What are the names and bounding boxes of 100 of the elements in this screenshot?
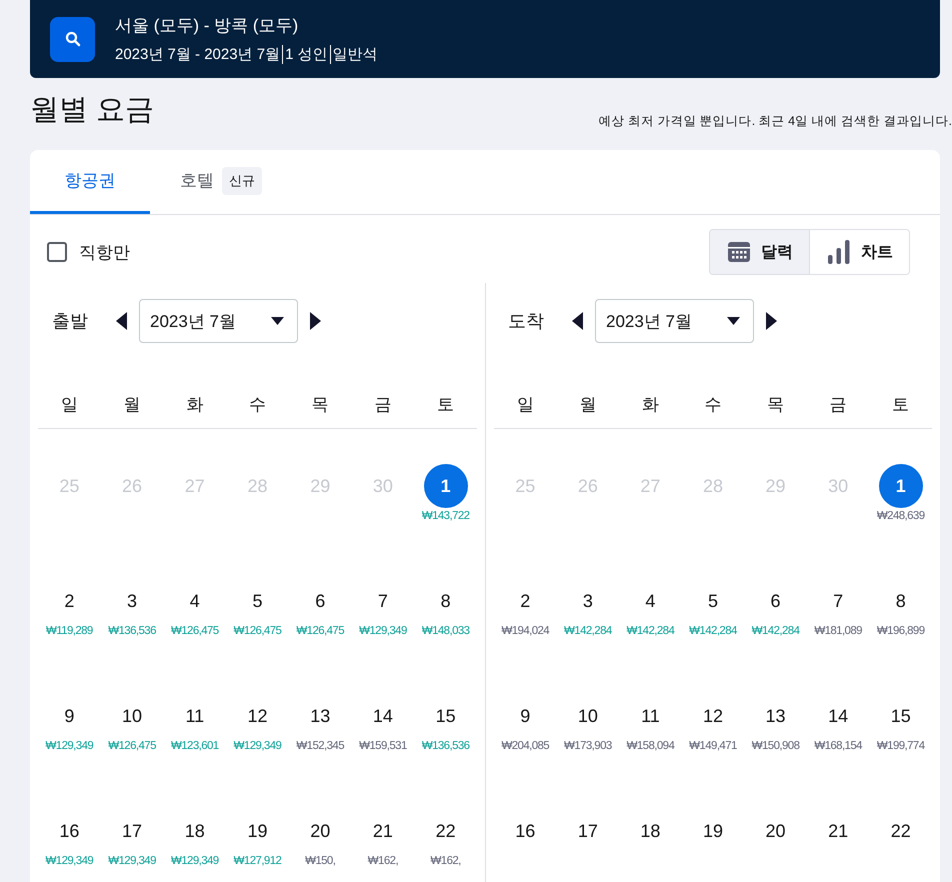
day-price: ₩129,349 <box>108 855 156 867</box>
day-price: ₩126,475 <box>108 740 156 752</box>
day-price: ₩126,475 <box>296 625 344 637</box>
day-number[interactable]: 2 <box>503 579 548 623</box>
day-price: ₩143,722 <box>422 510 470 522</box>
day-number[interactable]: 16 <box>47 809 92 853</box>
day-number[interactable]: 17 <box>110 809 154 853</box>
weekday-label: 월 <box>579 394 596 416</box>
month-dropdown[interactable]: 2023년 7월 <box>595 299 754 343</box>
day-number[interactable]: 4 <box>628 579 672 623</box>
day-price: ₩136,536 <box>422 740 470 752</box>
day-number[interactable]: 16 <box>503 809 548 853</box>
day-price: ₩196,899 <box>876 625 925 637</box>
bar-chart-icon <box>828 240 850 264</box>
day-price: ₩162, <box>368 855 398 867</box>
day-number[interactable]: 19 <box>235 809 280 853</box>
selected-day[interactable]: 1 <box>424 464 468 508</box>
day-number[interactable]: 5 <box>235 579 280 623</box>
day-number[interactable]: 3 <box>110 579 154 623</box>
weekday-label: 목 <box>312 394 329 416</box>
day-price: ₩123,601 <box>170 740 219 752</box>
day-price: ₩148,033 <box>422 625 470 637</box>
day-number[interactable]: 11 <box>172 694 217 738</box>
weekday-label: 토 <box>892 394 910 416</box>
day-price: ₩204,085 <box>501 740 550 752</box>
search-icon <box>64 31 80 47</box>
weekday-label: 일 <box>60 394 78 416</box>
selected-day[interactable]: 1 <box>878 464 923 508</box>
day-number[interactable]: 21 <box>360 809 405 853</box>
day-number[interactable]: 18 <box>628 809 672 853</box>
calendar-label: 출발 <box>52 310 89 333</box>
day-number[interactable]: 14 <box>360 694 405 738</box>
day-number[interactable]: 21 <box>816 809 860 853</box>
weekday-label: 토 <box>437 394 454 416</box>
day-number[interactable]: 13 <box>298 694 342 738</box>
day-number[interactable]: 15 <box>424 694 468 738</box>
weekday-label: 금 <box>830 394 847 416</box>
day-number[interactable]: 18 <box>172 809 217 853</box>
day-price: ₩159,531 <box>359 740 407 752</box>
day-number[interactable]: 22 <box>878 809 923 853</box>
day-price: ₩129,349 <box>170 855 219 867</box>
day-price: ₩150,908 <box>752 740 800 752</box>
weekday-label: 월 <box>124 394 141 416</box>
day-number[interactable]: 9 <box>503 694 548 738</box>
day-number[interactable]: 8 <box>424 579 468 623</box>
day-price: ₩149,471 <box>689 740 737 752</box>
weekday-label: 목 <box>767 394 784 416</box>
day-number[interactable]: 12 <box>235 694 280 738</box>
direct-only-checkbox[interactable]: 직항만 <box>47 240 130 264</box>
day-price: ₩129,349 <box>46 855 94 867</box>
day-number[interactable]: 13 <box>754 694 798 738</box>
day-price: ₩126,475 <box>170 625 219 637</box>
day-price: ₩199,774 <box>876 740 925 752</box>
day-number[interactable]: 9 <box>47 694 92 738</box>
tab[interactable]: 항공권 <box>30 150 150 214</box>
day-number[interactable]: 6 <box>298 579 342 623</box>
caret-icon <box>727 317 740 325</box>
day-price: ₩129,349 <box>46 740 94 752</box>
day-number[interactable]: 15 <box>878 694 923 738</box>
day-price: ₩158,094 <box>626 740 674 752</box>
day-number[interactable]: 3 <box>566 579 610 623</box>
day-number[interactable]: 20 <box>298 809 342 853</box>
day-price: ₩119,289 <box>46 625 93 637</box>
month-dropdown[interactable]: 2023년 7월 <box>139 299 298 343</box>
day-number[interactable]: 7 <box>816 579 860 623</box>
tab[interactable]: 호텔 신규 <box>150 150 292 214</box>
day-number[interactable]: 6 <box>754 579 798 623</box>
day-number[interactable]: 17 <box>566 809 610 853</box>
weekday-label: 일 <box>516 394 534 416</box>
day-number[interactable]: 11 <box>628 694 672 738</box>
day-number[interactable]: 10 <box>566 694 610 738</box>
day-price: ₩248,639 <box>876 510 925 522</box>
view-toggle-button[interactable]: 달력 <box>710 230 810 274</box>
day-number[interactable]: 4 <box>172 579 217 623</box>
day-number[interactable]: 8 <box>878 579 923 623</box>
search-detail: 일반석 <box>330 45 378 64</box>
calendar-icon <box>728 242 750 262</box>
day-price: ₩142,284 <box>752 625 800 637</box>
left-triangle-icon <box>572 312 583 330</box>
search-summary-bar[interactable]: 서울 (모두) - 방콕 (모두) 2023년 7월 - 2023년 7월 1 성인 일반석 <box>30 0 940 78</box>
weekday-label: 금 <box>374 394 392 416</box>
day-price: ₩152,345 <box>296 740 344 752</box>
day-number[interactable]: 10 <box>110 694 154 738</box>
page-heading: 월별 요금 <box>30 93 154 128</box>
day-number[interactable]: 19 <box>690 809 735 853</box>
search-button[interactable] <box>50 16 95 62</box>
caret-icon <box>271 317 284 325</box>
day-number[interactable]: 7 <box>360 579 405 623</box>
day-price: ₩150, <box>305 855 336 867</box>
day-price: ₩181,089 <box>814 625 862 637</box>
route-title: 서울 (모두) - 방콕 (모두) <box>115 15 300 37</box>
day-number[interactable]: 22 <box>424 809 468 853</box>
weekday-label: 화 <box>642 394 659 416</box>
day-number[interactable]: 14 <box>816 694 860 738</box>
day-number[interactable]: 20 <box>754 809 798 853</box>
checkbox-label: 직항만 <box>79 242 130 264</box>
day-price: ₩129,349 <box>359 625 407 637</box>
day-number[interactable]: 5 <box>690 579 735 623</box>
day-number[interactable]: 12 <box>690 694 735 738</box>
day-number[interactable]: 2 <box>47 579 92 623</box>
